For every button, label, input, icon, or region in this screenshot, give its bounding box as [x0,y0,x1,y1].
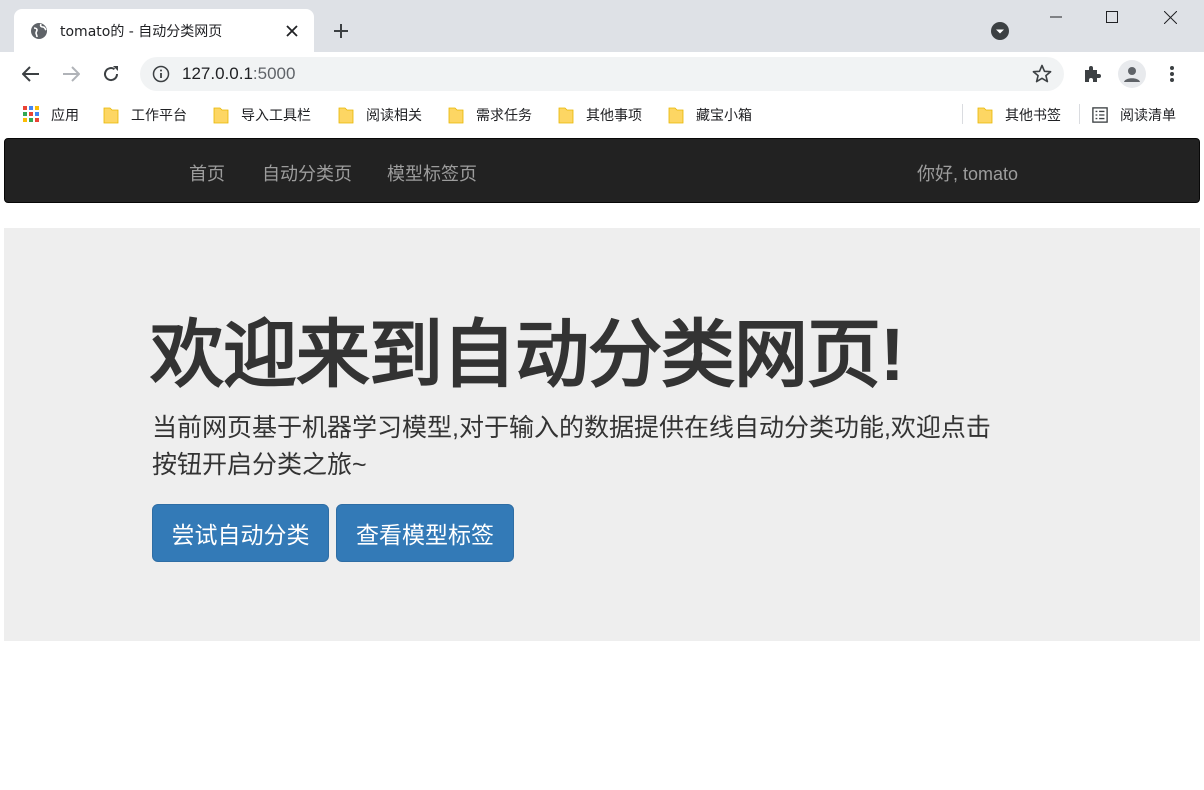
bookmark-label: 应用 [51,107,79,123]
other-bookmarks[interactable]: 其他书签 [977,104,1061,126]
browser-tabstrip: tomato的 - 自动分类网页 [0,0,1204,52]
description-line-2: 按钮开启分类之旅~ [152,451,367,479]
menu-dots-icon[interactable] [1158,60,1186,88]
extensions-icon[interactable] [1078,60,1106,88]
nav-link-home[interactable]: 首页 [189,160,225,186]
browser-tab[interactable]: tomato的 - 自动分类网页 [14,9,314,52]
page-description: 当前网页基于机器学习模型,对于输入的数据提供在线自动分类功能,欢迎点击 按钮开启… [152,410,1052,484]
browser-toolbar: 127.0.0.1:5000 [0,52,1204,96]
close-window-button[interactable] [1142,0,1198,34]
tab-close-icon[interactable] [282,21,302,41]
bookmark-label: 阅读相关 [366,107,422,123]
page-title: 欢迎来到自动分类网页! [150,313,905,396]
nav-link-model-labels[interactable]: 模型标签页 [387,160,477,186]
url-text[interactable]: 127.0.0.1:5000 [182,64,295,84]
site-navbar: 首页 自动分类页 模型标签页 你好, tomato [4,138,1200,203]
url-host: 127.0.0.1 [182,64,253,83]
folder-icon [103,106,119,124]
nav-link-auto-classify[interactable]: 自动分类页 [262,160,352,186]
reload-button[interactable] [95,58,127,90]
bookmark-folder[interactable]: 需求任务 [448,104,532,126]
globe-icon [30,22,48,40]
bookmark-folder[interactable]: 导入工具栏 [213,104,311,126]
bookmark-folder[interactable]: 藏宝小箱 [668,104,752,126]
bookmark-label: 需求任务 [476,107,532,123]
bookmark-label: 藏宝小箱 [696,107,752,123]
page-viewport: 首页 自动分类页 模型标签页 你好, tomato 欢迎来到自动分类网页! 当前… [4,134,1200,790]
bookmarks-divider [962,104,963,124]
forward-button[interactable] [55,58,87,90]
try-auto-classify-button[interactable]: 尝试自动分类 [152,504,329,562]
maximize-button[interactable] [1084,0,1140,34]
folder-icon [338,106,354,124]
bookmark-label: 其他事项 [586,107,642,123]
bookmark-folder[interactable]: 阅读相关 [338,104,422,126]
back-button[interactable] [15,58,47,90]
tab-search-icon[interactable] [988,19,1012,43]
site-info-icon[interactable] [152,65,170,83]
bookmark-label: 导入工具栏 [241,107,311,123]
bookmark-label: 工作平台 [131,107,187,123]
folder-icon [668,106,684,124]
folder-icon [448,106,464,124]
bookmarks-bar: 应用 工作平台 导入工具栏 阅读相关 需求任务 其他事项 藏宝小箱 其他书签 阅… [0,96,1204,134]
bookmarks-divider [1079,104,1080,124]
description-line-1: 当前网页基于机器学习模型,对于输入的数据提供在线自动分类功能,欢迎点击 [152,414,991,442]
minimize-button[interactable] [1028,0,1084,34]
reading-list-label: 阅读清单 [1120,107,1176,123]
reading-list[interactable]: 阅读清单 [1092,104,1176,126]
bookmark-folder[interactable]: 工作平台 [103,104,187,126]
folder-icon [213,106,229,124]
bookmark-folder[interactable]: 其他事项 [558,104,642,126]
apps-grid-icon [23,106,39,124]
folder-icon [977,106,993,124]
new-tab-button[interactable] [326,16,356,46]
tab-title: tomato的 - 自动分类网页 [60,23,223,40]
url-port: :5000 [252,64,296,83]
bookmark-apps[interactable]: 应用 [23,104,79,126]
bookmark-star-icon[interactable] [1032,64,1052,84]
view-model-labels-button[interactable]: 查看模型标签 [336,504,514,562]
folder-icon [558,106,574,124]
address-bar[interactable]: 127.0.0.1:5000 [140,57,1064,91]
jumbotron: 欢迎来到自动分类网页! 当前网页基于机器学习模型,对于输入的数据提供在线自动分类… [4,228,1200,641]
user-greeting: 你好, tomato [917,164,1019,184]
other-bookmarks-label: 其他书签 [1005,107,1061,123]
reading-list-icon [1092,106,1108,124]
profile-avatar-icon[interactable] [1118,60,1146,88]
